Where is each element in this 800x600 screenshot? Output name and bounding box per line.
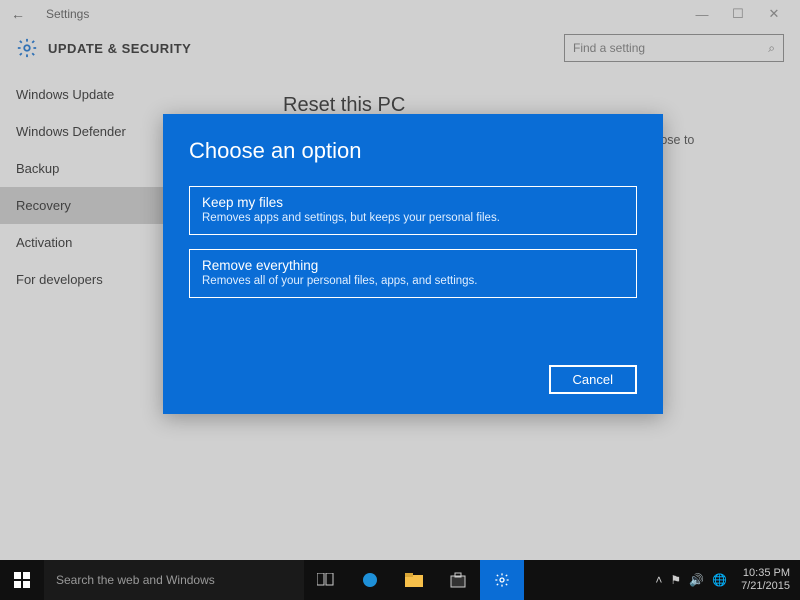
edge-icon[interactable]	[348, 560, 392, 600]
option-keep-my-files[interactable]: Keep my files Removes apps and settings,…	[189, 186, 637, 235]
option-desc: Removes apps and settings, but keeps you…	[202, 212, 624, 224]
option-title: Keep my files	[202, 195, 624, 210]
clock-date: 7/21/2015	[741, 580, 790, 593]
store-icon[interactable]	[436, 560, 480, 600]
tray-volume-icon[interactable]: 🔊	[689, 573, 704, 587]
option-desc: Removes all of your personal files, apps…	[202, 275, 624, 287]
start-button[interactable]	[0, 560, 44, 600]
clock-time: 10:35 PM	[741, 567, 790, 580]
tray-security-icon[interactable]: ⚑	[670, 573, 681, 587]
option-remove-everything[interactable]: Remove everything Removes all of your pe…	[189, 249, 637, 298]
taskbar-search-placeholder: Search the web and Windows	[56, 573, 215, 587]
tray-chevron-icon[interactable]: ˄	[655, 573, 662, 587]
settings-taskbar-icon[interactable]	[480, 560, 524, 600]
option-title: Remove everything	[202, 258, 624, 273]
dialog-title: Choose an option	[189, 138, 637, 164]
taskbar: Search the web and Windows ˄ ⚑ 🔊 🌐 10:35…	[0, 560, 800, 600]
task-view-icon[interactable]	[304, 560, 348, 600]
windows-logo-icon	[14, 572, 30, 588]
file-explorer-icon[interactable]	[392, 560, 436, 600]
tray-network-icon[interactable]: 🌐	[712, 573, 727, 587]
taskbar-pinned	[304, 560, 524, 600]
system-tray: ˄ ⚑ 🔊 🌐 10:35 PM 7/21/2015	[655, 567, 800, 592]
taskbar-search-input[interactable]: Search the web and Windows	[44, 560, 304, 600]
taskbar-clock[interactable]: 10:35 PM 7/21/2015	[735, 567, 790, 592]
cancel-button[interactable]: Cancel	[549, 365, 637, 394]
reset-dialog: Choose an option Keep my files Removes a…	[163, 114, 663, 414]
